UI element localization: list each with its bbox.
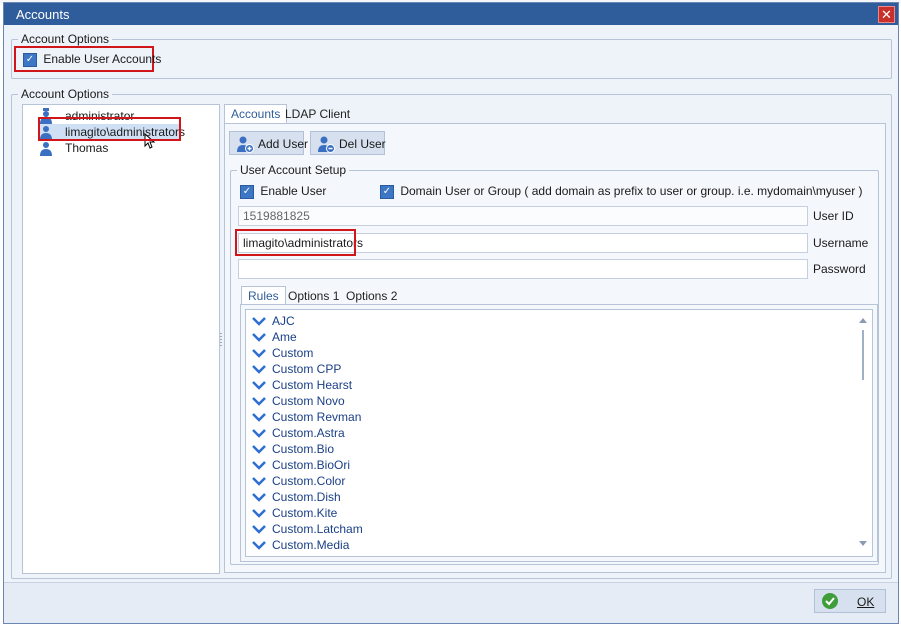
rule-label: Custom.Dish — [272, 490, 341, 504]
enable-user-accounts-row[interactable]: ✓ Enable User Accounts — [23, 52, 161, 67]
tree-item-label: Thomas — [65, 141, 109, 155]
rule-label: Custom.Astra — [272, 426, 345, 440]
ok-label: OK — [857, 595, 875, 609]
chevron-down-icon[interactable] — [252, 524, 266, 534]
chevron-down-icon[interactable] — [252, 348, 266, 358]
chevron-down-icon[interactable] — [252, 428, 266, 438]
scroll-thumb[interactable] — [862, 330, 864, 380]
rule-label: Custom.Latcham — [272, 522, 363, 536]
close-button[interactable]: ✕ — [878, 6, 895, 23]
users-tree: administrator limagito\administrators Th… — [22, 104, 220, 574]
add-user-icon — [237, 136, 254, 153]
chevron-down-icon[interactable] — [252, 460, 266, 470]
chevron-down-icon[interactable] — [252, 412, 266, 422]
chevron-down-icon[interactable] — [252, 316, 266, 326]
user-id-label: User ID — [813, 209, 854, 223]
chevron-down-icon[interactable] — [252, 364, 266, 374]
enable-user-accounts-label: Enable User Accounts — [43, 52, 162, 66]
user-account-setup-legend: User Account Setup — [237, 163, 350, 177]
rule-label: Custom Novo — [272, 394, 345, 408]
title-bar: Accounts ✕ — [4, 3, 898, 25]
scroll-down-icon[interactable] — [858, 540, 868, 548]
add-user-button[interactable]: Add User — [229, 131, 308, 155]
scroll-up-icon[interactable] — [858, 316, 868, 324]
rule-label: AJC — [272, 314, 295, 328]
domain-user-label: Domain User or Group ( add domain as pre… — [400, 184, 863, 198]
rule-label: Custom.Kite — [272, 506, 338, 520]
enable-user-accounts-checkbox[interactable]: ✓ — [23, 52, 37, 67]
account-options-main-legend: Account Options — [18, 87, 113, 101]
rule-label: Custom CPP — [272, 362, 342, 376]
rule-label: Custom Revman — [272, 410, 362, 424]
chevron-down-icon[interactable] — [252, 476, 266, 486]
del-user-label: Del User — [339, 137, 386, 151]
domain-user-checkbox[interactable]: ✓ — [380, 184, 394, 199]
enable-user-row[interactable]: ✓ Enable User — [240, 184, 326, 199]
window-title: Accounts — [16, 7, 70, 22]
highlight-selected-user — [38, 117, 181, 141]
chevron-down-icon[interactable] — [252, 508, 266, 518]
user-icon — [40, 142, 52, 156]
tab-options-1[interactable]: Options 1 — [282, 287, 345, 305]
password-label: Password — [813, 262, 866, 276]
password-field[interactable] — [238, 259, 808, 279]
rules-list: AJC Ame Custom Custom CPP Custom Hearst Custo… — [245, 309, 873, 557]
rule-label: Custom — [272, 346, 314, 360]
user-id-field[interactable]: 1519881825 — [238, 206, 808, 226]
rules-scrollbar[interactable] — [856, 312, 870, 552]
rule-label: Custom Hearst — [272, 378, 353, 392]
del-user-button[interactable]: Del User — [310, 131, 386, 155]
ok-button[interactable]: OK — [814, 589, 886, 613]
tab-options-2[interactable]: Options 2 — [340, 287, 403, 305]
enable-user-checkbox[interactable]: ✓ — [240, 184, 254, 199]
chevron-down-icon[interactable] — [252, 396, 266, 406]
account-options-top-legend: Account Options — [18, 32, 113, 46]
dialog-footer: OK — [4, 582, 898, 623]
chevron-down-icon[interactable] — [252, 332, 266, 342]
rule-label: Custom.BioOri — [272, 458, 351, 472]
rule-label: Custom.Bio — [272, 442, 335, 456]
rule-label: Ame — [272, 330, 297, 344]
chevron-down-icon[interactable] — [252, 540, 266, 550]
chevron-down-icon[interactable] — [252, 444, 266, 454]
tab-rules[interactable]: Rules — [241, 286, 286, 305]
chevron-down-icon[interactable] — [252, 492, 266, 502]
splitter-handle[interactable] — [220, 333, 222, 347]
rule-label: Custom.Media — [272, 538, 350, 552]
username-label: Username — [813, 236, 869, 250]
chevron-down-icon[interactable] — [252, 380, 266, 390]
add-user-label: Add User — [258, 137, 309, 151]
check-circle-icon — [822, 593, 838, 609]
rule-label: Custom.Color — [272, 474, 346, 488]
domain-user-row[interactable]: ✓ Domain User or Group ( add domain as p… — [380, 184, 863, 199]
accounts-dialog: Accounts ✕ Account Options ✓ Enable User… — [3, 2, 899, 624]
highlight-username — [235, 229, 356, 256]
tab-accounts[interactable]: Accounts — [224, 104, 288, 123]
delete-user-icon — [318, 136, 335, 153]
enable-user-label: Enable User — [260, 184, 327, 198]
tab-ldap-client[interactable]: LDAP Client — [279, 105, 356, 123]
